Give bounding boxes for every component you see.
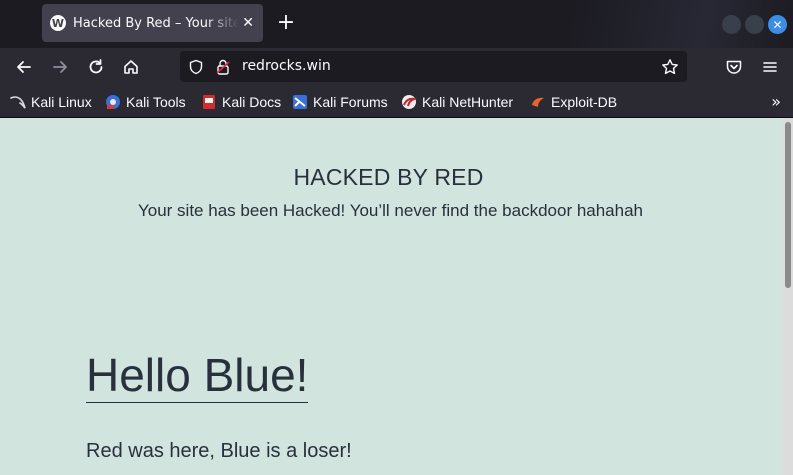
forward-arrow-icon	[53, 61, 67, 73]
forward-button[interactable]	[47, 54, 73, 80]
bookmark-label: Exploit-DB	[551, 94, 618, 110]
insecure-lock-icon[interactable]	[213, 57, 233, 77]
kali-docs-icon	[201, 94, 217, 110]
bookmark-label: Kali NetHunter	[422, 94, 514, 110]
window-minimize-button[interactable]	[722, 15, 741, 34]
site-description: Your site has been Hacked! You’ll never …	[137, 201, 644, 220]
post-title-link[interactable]: Hello Blue!	[86, 348, 309, 403]
tab-title: Hacked By Red – Your site has been Hacke…	[73, 15, 240, 31]
window-close-button[interactable]: ✕	[768, 15, 787, 34]
chevron-double-right-icon[interactable]: »	[771, 92, 781, 111]
wordpress-icon: W	[50, 15, 66, 31]
exploit-db-icon	[530, 94, 546, 110]
bookmark-kali-tools[interactable]: Kali Tools	[105, 93, 186, 111]
bookmark-kali-forums[interactable]: Kali Forums	[292, 93, 388, 111]
post-body: Red was here, Blue is a loser!	[86, 440, 352, 462]
bookmark-star-icon[interactable]	[660, 57, 680, 77]
bookmark-label: Kali Tools	[126, 94, 186, 110]
bookmark-kali-nethunter[interactable]: Kali NetHunter	[401, 93, 513, 111]
home-icon	[124, 60, 138, 74]
bookmark-label: Kali Forums	[313, 94, 388, 110]
bookmark-exploit-db[interactable]: Exploit-DB	[530, 93, 617, 111]
url-text[interactable]: redrocks.win	[242, 58, 331, 74]
back-button[interactable]	[11, 54, 37, 80]
bookmark-label: Kali Linux	[31, 94, 92, 110]
shield-icon[interactable]	[186, 57, 206, 77]
new-tab-button[interactable]: +	[276, 12, 296, 36]
pocket-button[interactable]	[721, 54, 747, 80]
hamburger-menu-icon	[763, 62, 777, 72]
scrollbar-thumb[interactable]	[785, 122, 791, 288]
bookmark-label: Kali Docs	[222, 94, 282, 110]
tab-active[interactable]: W Hacked By Red – Your site has been Hac…	[42, 4, 263, 42]
back-arrow-icon	[17, 61, 31, 73]
page-content: HACKED BY RED Your site has been Hacked!…	[0, 118, 783, 475]
bookmarks-toolbar: Kali Linux Kali Tools Kali Docs Kali For…	[0, 86, 793, 118]
pocket-icon	[726, 60, 742, 74]
site-title[interactable]: HACKED BY RED	[0, 164, 777, 191]
kali-dragon-icon	[10, 94, 26, 110]
app-menu-button[interactable]	[757, 54, 783, 80]
tab-close-icon[interactable]: ✕	[241, 15, 255, 31]
home-button[interactable]	[118, 54, 144, 80]
bookmark-kali-linux[interactable]: Kali Linux	[10, 93, 92, 111]
url-bar[interactable]: redrocks.win	[180, 51, 687, 82]
window-maximize-button[interactable]	[745, 15, 764, 34]
navigation-toolbar: redrocks.win	[0, 48, 793, 86]
bookmark-kali-docs[interactable]: Kali Docs	[201, 93, 281, 111]
kali-tools-icon	[105, 94, 121, 110]
reload-button[interactable]	[83, 54, 109, 80]
kali-forums-icon	[292, 94, 308, 110]
tab-strip: W Hacked By Red – Your site has been Hac…	[0, 0, 793, 48]
reload-icon	[89, 59, 103, 74]
vertical-scrollbar[interactable]	[783, 118, 793, 475]
nethunter-icon	[401, 94, 417, 110]
